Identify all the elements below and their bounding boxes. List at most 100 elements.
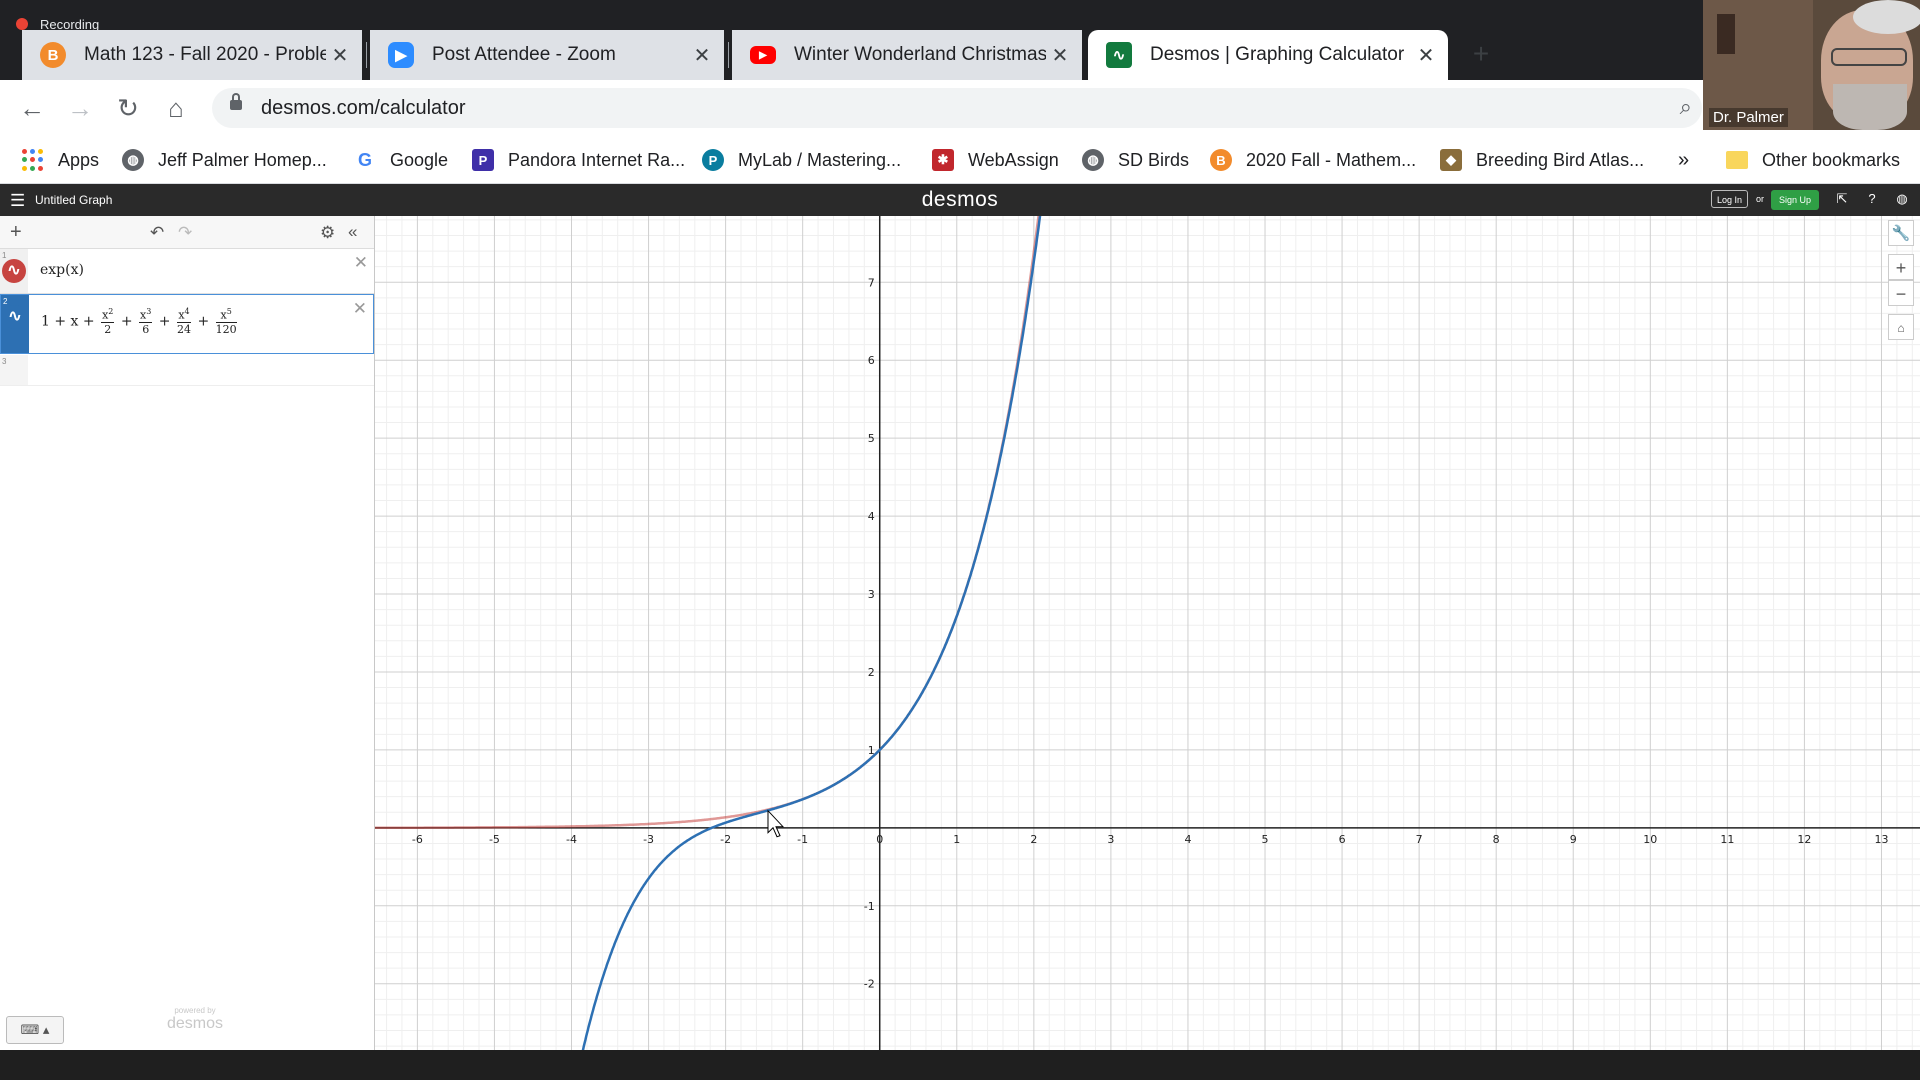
expression-row-2[interactable]: 2 ∿ 1 + x + x2 2 + x3 6 + x4 24 + x5 120 ✕ (0, 294, 374, 354)
bird-atlas-icon: ◆ (1440, 149, 1462, 171)
x-tick-label: 10 (1643, 833, 1657, 846)
new-tab-button[interactable]: + (1466, 38, 1496, 70)
bookmark-mylab[interactable]: P MyLab / Mastering... (702, 146, 901, 174)
redo-icon[interactable]: ↷ (178, 223, 192, 243)
recording-dot-icon (16, 18, 28, 30)
plus-sign: + (120, 313, 133, 330)
x-tick-label: 9 (1570, 833, 1577, 846)
undo-icon[interactable]: ↶ (150, 223, 164, 243)
default-viewport-home-icon[interactable]: ⌂ (1888, 314, 1914, 340)
expression-row-3[interactable]: 3 (0, 355, 374, 386)
bookmark-2020-fall[interactable]: B 2020 Fall - Mathem... (1210, 146, 1416, 174)
exponent: 4 (184, 307, 190, 316)
tab-youtube[interactable]: ▶ Winter Wonderland Christmas Sc ✕ (732, 30, 1082, 80)
minor-gridlines (375, 216, 1920, 1050)
bookmark-breeding-bird[interactable]: ◆ Breeding Bird Atlas... (1440, 146, 1644, 174)
address-bar[interactable]: desmos.com/calculator ⌕ (212, 88, 1702, 128)
x-tick-label: 2 (1030, 833, 1037, 846)
bookmark-label: MyLab / Mastering... (738, 149, 902, 170)
tab-title: Desmos | Graphing Calculator (1150, 44, 1405, 65)
pandora-icon: P (472, 149, 494, 171)
curve-series-1 (375, 216, 1040, 829)
or-label: or (1756, 194, 1765, 204)
webcam-beard (1833, 84, 1907, 130)
bookmarks-overflow-button[interactable]: » (1678, 146, 1689, 174)
bookmark-sd-birds[interactable]: ◍ SD Birds (1082, 146, 1189, 174)
expression-text[interactable]: 1 + x + x2 2 + x3 6 + x4 24 + x5 120 (41, 307, 239, 336)
webassign-icon: ✱ (932, 149, 954, 171)
powered-by-desmos: powered by desmos (150, 1006, 240, 1033)
taskbar-strip (0, 1050, 1920, 1080)
webcam-hair (1853, 0, 1920, 34)
expr-term: 1 + x + (41, 313, 95, 330)
b-logo-icon: B (1210, 149, 1232, 171)
zoom-in-button[interactable]: + (1888, 254, 1914, 280)
bookmark-other-bookmarks[interactable]: Other bookmarks (1726, 146, 1900, 174)
webcam-overlay: Dr. Palmer (1703, 0, 1920, 130)
x-tick-label: -1 (797, 833, 808, 846)
tab-title: Winter Wonderland Christmas Sc (794, 44, 1046, 65)
graph-title[interactable]: Untitled Graph (35, 193, 112, 207)
google-icon: G (354, 149, 376, 171)
home-icon[interactable]: ⌂ (160, 92, 192, 124)
x-tick-label: 12 (1797, 833, 1811, 846)
reload-icon[interactable]: ↻ (112, 92, 144, 124)
wrench-settings-icon[interactable]: 🔧 (1888, 220, 1914, 246)
blue-wave-icon[interactable]: ∿ (3, 305, 27, 329)
y-tick-label: 4 (868, 510, 875, 523)
red-wave-icon[interactable]: ∿ (2, 259, 26, 283)
plus-sign: + (197, 313, 210, 330)
url-text: desmos.com/calculator (261, 97, 466, 119)
keyboard-toggle-button[interactable]: ⌨ ▴ (6, 1016, 64, 1044)
folder-icon (1726, 151, 1748, 169)
bookmark-label: Other bookmarks (1762, 149, 1901, 170)
gear-icon[interactable]: ⚙ (320, 223, 335, 243)
tab-math-123[interactable]: B Math 123 - Fall 2020 - Problem S ✕ (22, 30, 362, 80)
bookmark-pandora[interactable]: P Pandora Internet Ra... (472, 146, 685, 174)
tab-zoom[interactable]: ▶ Post Attendee - Zoom ✕ (370, 30, 724, 80)
bookmark-google[interactable]: G Google (354, 146, 448, 174)
delete-expression-icon[interactable]: ✕ (353, 299, 367, 319)
bookmark-label: Breeding Bird Atlas... (1476, 149, 1645, 170)
x-tick-label: 3 (1107, 833, 1114, 846)
close-icon[interactable]: ✕ (1412, 43, 1440, 68)
close-icon[interactable]: ✕ (688, 43, 716, 68)
zoom-out-button[interactable]: − (1888, 280, 1914, 306)
expression-row-1[interactable]: 1 ∿ exp(x) ✕ (0, 249, 374, 294)
fraction: x3 6 (139, 307, 153, 336)
zoom-magnifier-icon[interactable]: ⌕ (1680, 94, 1692, 120)
bookmark-jeff-palmer[interactable]: ◍ Jeff Palmer Homep... (122, 146, 327, 174)
hamburger-menu-icon[interactable]: ☰ (10, 191, 25, 211)
help-icon[interactable]: ? (1864, 191, 1880, 207)
log-in-button[interactable]: Log In (1711, 190, 1748, 208)
browser-toolbar: ← → ↻ ⌂ desmos.com/calculator ⌕ (0, 80, 1920, 136)
tab-desmos[interactable]: ∿ Desmos | Graphing Calculator ✕ (1088, 30, 1448, 80)
expression-number: 3 (2, 357, 7, 366)
bookmark-apps[interactable]: Apps (22, 146, 99, 174)
delete-expression-icon[interactable]: ✕ (354, 253, 368, 273)
graph-svg[interactable]: -6 -5 -4 -3 -2 -1 0 1 2 3 4 5 6 7 8 9 10 11 12 13-2-1123456… (375, 216, 1920, 1050)
language-globe-icon[interactable]: ◍ (1894, 191, 1910, 207)
close-icon[interactable]: ✕ (326, 43, 354, 68)
back-arrow-icon[interactable]: ← (16, 92, 48, 124)
graph-paper[interactable]: -6 -5 -4 -3 -2 -1 0 1 2 3 4 5 6 7 8 9 10 11 12 13 -2 -1 1 2 3 4 5 6… (375, 216, 1920, 1050)
mouse-pointer-icon (767, 809, 785, 838)
frac-denominator: 24 (176, 322, 191, 336)
bookmark-label: SD Birds (1118, 149, 1190, 170)
share-icon[interactable]: ⇱ (1834, 191, 1850, 207)
apps-grid-icon (22, 149, 44, 171)
tab-separator (366, 42, 367, 68)
close-icon[interactable]: ✕ (1046, 43, 1074, 68)
expression-text[interactable]: exp(x) (40, 262, 84, 278)
collapse-panel-icon[interactable]: « (348, 222, 357, 242)
forward-arrow-icon[interactable]: → (64, 92, 96, 124)
major-gridlines (375, 216, 1920, 1050)
sign-up-button[interactable]: Sign Up (1771, 190, 1819, 210)
desmos-logo: desmos (921, 188, 999, 211)
bookmark-webassign[interactable]: ✱ WebAssign (932, 146, 1059, 174)
x-tick-label: 11 (1720, 833, 1734, 846)
add-item-icon[interactable]: + (10, 221, 22, 244)
tab-separator (728, 42, 729, 68)
b-logo-icon: B (40, 42, 66, 68)
bookmark-label: Jeff Palmer Homep... (158, 149, 327, 170)
